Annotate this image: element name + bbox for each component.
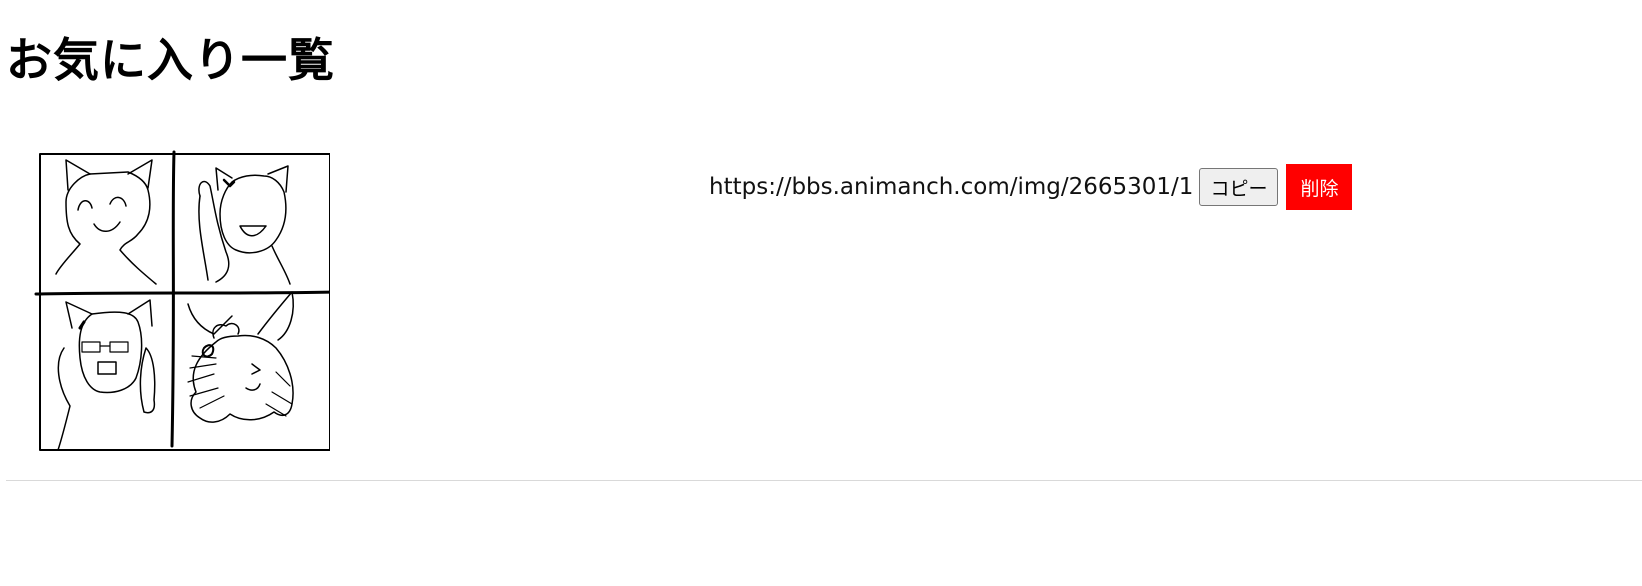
favorite-item-row: https://bbs.animanch.com/img/2665301/1 コ… bbox=[709, 164, 1353, 210]
favorite-item: https://bbs.animanch.com/img/2665301/1 コ… bbox=[6, 142, 1642, 482]
copy-button[interactable]: コピー bbox=[1199, 168, 1279, 206]
favorite-thumbnail-image bbox=[34, 150, 330, 451]
page-title: お気に入り一覧 bbox=[6, 33, 335, 87]
item-divider bbox=[6, 480, 1642, 481]
delete-button[interactable]: 削除 bbox=[1286, 164, 1353, 210]
favorite-url-text: https://bbs.animanch.com/img/2665301/1 bbox=[709, 174, 1194, 200]
